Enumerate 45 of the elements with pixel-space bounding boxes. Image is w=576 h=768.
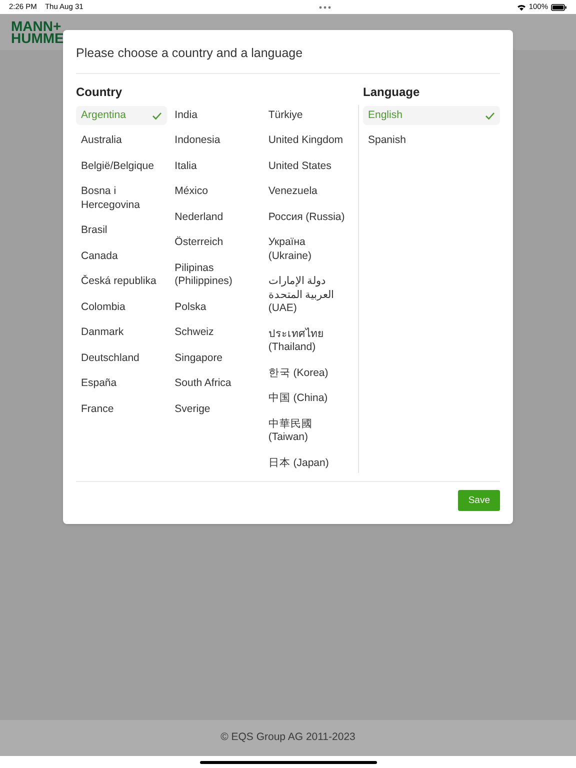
language-heading: Language [363,84,421,101]
option-item[interactable]: België/Belgique [76,156,167,176]
option-item[interactable]: Sverige [170,400,260,420]
option-item[interactable]: Indonesia [170,131,260,151]
option-item[interactable]: Bosna i Hercegovina [76,182,167,216]
option-item[interactable]: France [76,400,167,420]
option-item[interactable]: Česká republika [76,272,167,292]
dialog-title: Please choose a country and a language [76,44,500,74]
option-item[interactable]: India [170,106,260,126]
option-item[interactable]: Spanish [363,131,500,151]
option-item[interactable]: 中華民國 (Taiwan) [263,414,354,448]
option-item[interactable]: Türkiye [263,106,354,126]
option-item[interactable]: Polska [170,298,260,318]
option-item[interactable]: United Kingdom [263,131,354,151]
option-item[interactable]: Україна (Ukraine) [263,233,354,266]
option-item[interactable]: Schweiz [170,323,260,343]
option-item[interactable]: Colombia [76,298,167,318]
option-item[interactable]: México [170,182,260,202]
option-item[interactable]: United States [263,156,354,176]
option-item[interactable]: España [76,374,167,394]
option-item[interactable]: Italia [170,156,260,176]
battery-icon [551,4,567,10]
option-item[interactable]: Venezuela [263,182,354,202]
option-item[interactable]: 한국 (Korea) [263,364,354,384]
wifi-icon [516,4,526,10]
logo-text: MANN+ [11,20,62,32]
more-dots-icon [319,6,332,8]
option-item[interactable]: Danmark [76,323,167,343]
option-item[interactable]: Deutschland [76,348,167,368]
copyright-text: © EQS Group AG 2011-2023 [220,730,356,746]
option-item[interactable]: 中国 (China) [263,389,354,409]
option-item[interactable]: Brasil [76,221,167,241]
option-item[interactable]: ประเทศไทย (Thailand) [263,324,354,358]
option-item[interactable]: دولة الإمارات العربية المتحدة (UAE) [263,272,354,319]
option-item[interactable]: South Africa [170,374,260,394]
logo-text: HUMME [11,32,65,44]
option-item[interactable]: Россия (Russia) [263,208,354,228]
option-item[interactable]: Pilipinas (Philippines) [170,258,260,292]
option-item[interactable]: Canada [76,246,167,266]
option-item[interactable]: Australia [76,131,167,151]
country-heading: Country [76,84,123,101]
option-item[interactable]: 日本 (Japan) [263,454,354,474]
option-item[interactable]: Nederland [170,208,260,228]
option-item[interactable]: Singapore [170,348,260,368]
option-item[interactable]: Österreich [170,233,260,253]
